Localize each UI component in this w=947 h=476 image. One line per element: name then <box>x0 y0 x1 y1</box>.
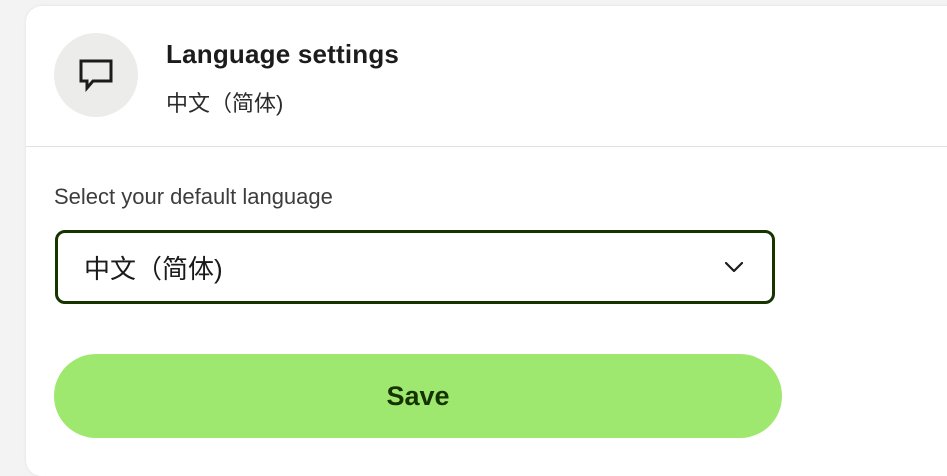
language-settings-card: Language settings 中文（简体) Select your def… <box>26 6 947 476</box>
language-select-value: 中文（简体) <box>84 253 223 284</box>
save-button[interactable]: Save <box>54 354 782 438</box>
language-select-label: Select your default language <box>54 184 333 209</box>
language-icon-badge <box>54 33 138 117</box>
current-language-text: 中文（简体) <box>166 91 284 116</box>
language-select[interactable]: 中文（简体) <box>55 230 775 304</box>
chat-bubble-icon <box>79 59 113 92</box>
settings-header: Language settings 中文（简体) <box>26 6 947 147</box>
chevron-down-icon <box>724 261 744 273</box>
page-title: Language settings <box>166 39 400 69</box>
